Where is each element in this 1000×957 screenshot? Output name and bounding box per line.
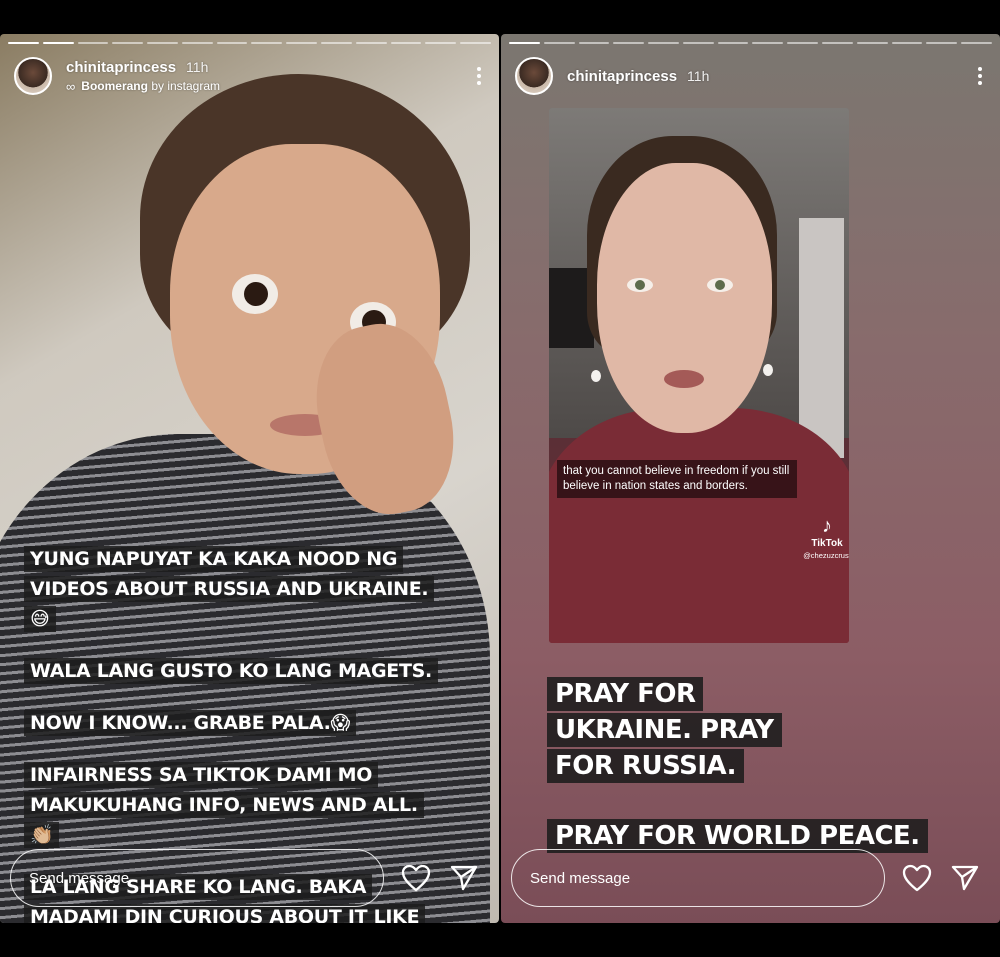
effect-by: by instagram — [151, 79, 221, 93]
embedded-tiktok-video: that you cannot believe in freedom if yo… — [549, 108, 849, 643]
story-footer — [10, 849, 489, 907]
story-header: chinitaprincess 11h — [515, 56, 986, 96]
caption-line: WALA LANG GUSTO KO LANG MAGETS. — [24, 658, 438, 684]
send-message-input[interactable] — [511, 849, 885, 907]
avatar[interactable] — [14, 57, 52, 95]
video-subtitle: that you cannot believe in freedom if yo… — [557, 460, 797, 498]
avatar[interactable] — [515, 57, 553, 95]
infinity-icon: ∞ — [66, 78, 76, 94]
story-progress-bar — [8, 42, 491, 44]
story-right[interactable]: chinitaprincess 11h that you cannot beli… — [501, 34, 1000, 923]
heart-icon[interactable] — [396, 858, 436, 898]
caption-line: NOW I KNOW... GRABE PALA.😱 — [24, 710, 357, 736]
tiktok-watermark: ♪ TikTok @chezuzcrust — [803, 515, 849, 560]
caption-line: INFAIRNESS SA TIKTOK DAMI MO MAKUKUHANG … — [24, 762, 424, 848]
username[interactable]: chinitaprincess — [567, 68, 677, 85]
tiktok-handle: @chezuzcrust — [803, 551, 849, 560]
heart-icon[interactable] — [897, 858, 937, 898]
effect-name: Boomerang — [81, 79, 148, 93]
tiktok-label: TikTok — [811, 538, 843, 549]
post-time: 11h — [186, 58, 209, 75]
story-header: chinitaprincess 11h ∞ Boomerang by insta… — [14, 56, 485, 96]
story-footer — [511, 849, 990, 907]
tiktok-logo-icon: ♪ — [822, 515, 832, 537]
caption-line: YUNG NAPUYAT KA KAKA NOOD NG VIDEOS ABOU… — [24, 546, 435, 632]
boomerang-label[interactable]: ∞ Boomerang by instagram — [66, 79, 220, 94]
caption-line: PRAY FOR UKRAINE. PRAY FOR RUSSIA. — [547, 677, 782, 783]
caption-line: PRAY FOR WORLD PEACE. — [547, 819, 928, 853]
paper-plane-icon[interactable] — [945, 858, 985, 898]
username[interactable]: chinitaprincess — [66, 59, 176, 76]
more-vertical-icon[interactable] — [473, 64, 485, 88]
more-vertical-icon[interactable] — [974, 64, 986, 88]
paper-plane-icon[interactable] — [444, 858, 484, 898]
story-left[interactable]: chinitaprincess 11h ∞ Boomerang by insta… — [0, 34, 499, 923]
post-time: 11h — [687, 67, 710, 84]
send-message-input[interactable] — [10, 849, 384, 907]
story-progress-bar — [509, 42, 992, 44]
